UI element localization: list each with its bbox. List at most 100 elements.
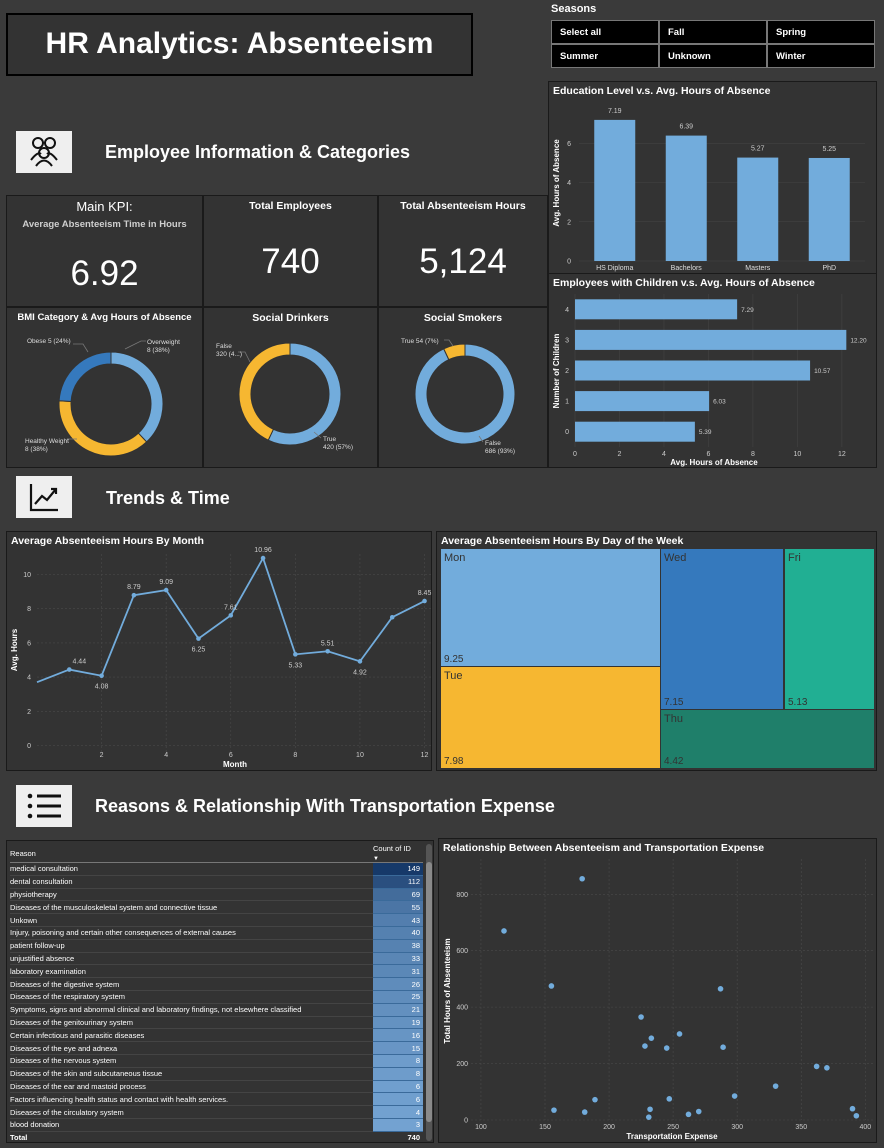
table-scrollbar[interactable] bbox=[426, 844, 432, 1141]
scatter-point[interactable] bbox=[501, 928, 507, 934]
data-point[interactable] bbox=[293, 652, 298, 657]
data-point[interactable] bbox=[163, 587, 169, 593]
scatter-point[interactable] bbox=[824, 1065, 830, 1071]
y-tick-label: 2 bbox=[565, 368, 569, 375]
season-option-winter[interactable]: Winter bbox=[767, 44, 875, 68]
scatter-point[interactable] bbox=[579, 875, 585, 882]
bar-hs-diploma[interactable] bbox=[594, 119, 636, 261]
data-point[interactable] bbox=[228, 613, 234, 618]
scatter-point[interactable] bbox=[638, 1014, 644, 1020]
scatter-point[interactable] bbox=[648, 1035, 655, 1041]
slice-obese[interactable] bbox=[58, 351, 112, 403]
y-tick-label: 0 bbox=[567, 259, 571, 266]
bar-bachelors[interactable] bbox=[665, 135, 707, 261]
table-row[interactable]: Factors influencing health status and co… bbox=[10, 1092, 423, 1107]
scatter-point[interactable] bbox=[548, 983, 555, 989]
table-row[interactable]: Unkown 43 bbox=[10, 913, 423, 927]
column-header-count-label: Count of ID bbox=[373, 844, 411, 853]
table-row[interactable]: Diseases of the genitourinary system 19 bbox=[10, 1016, 423, 1030]
table-row[interactable]: Diseases of the eye and adnexa 15 bbox=[10, 1041, 423, 1055]
scatter-point[interactable] bbox=[551, 1107, 557, 1113]
reason-cell: Factors influencing health status and co… bbox=[10, 1092, 373, 1107]
bar-children-3[interactable] bbox=[575, 329, 847, 350]
season-option-fall[interactable]: Fall bbox=[659, 20, 767, 44]
scatter-point[interactable] bbox=[645, 1114, 652, 1120]
season-option-summer[interactable]: Summer bbox=[551, 44, 659, 68]
table-row[interactable]: dental consultation 112 bbox=[10, 875, 423, 889]
scatter-point[interactable] bbox=[720, 1044, 726, 1051]
slice-healthy-weight[interactable] bbox=[58, 400, 148, 457]
y-tick-label: 200 bbox=[456, 1061, 468, 1068]
table-row[interactable]: Diseases of the ear and mastoid process 6 bbox=[10, 1080, 423, 1094]
scatter-point[interactable] bbox=[717, 985, 724, 992]
data-point[interactable] bbox=[357, 659, 363, 664]
scatter-point[interactable] bbox=[849, 1105, 856, 1112]
table-row[interactable]: Diseases of the circulatory system 4 bbox=[10, 1105, 423, 1119]
scatter-point[interactable] bbox=[772, 1083, 779, 1089]
table-row[interactable]: unjustified absence 33 bbox=[10, 952, 423, 966]
data-point[interactable] bbox=[131, 592, 137, 598]
treemap-cell-fri[interactable]: Fri 5.13 bbox=[784, 548, 875, 710]
data-point[interactable] bbox=[196, 636, 201, 641]
table-row[interactable]: Diseases of the skin and subcutaneous ti… bbox=[10, 1067, 423, 1081]
scatter-point[interactable] bbox=[731, 1093, 738, 1099]
season-option-unknown[interactable]: Unknown bbox=[659, 44, 767, 68]
table-row[interactable]: Diseases of the respiratory system 25 bbox=[10, 990, 423, 1004]
scatter-point[interactable] bbox=[647, 1106, 653, 1113]
table-row[interactable]: Diseases of the musculoskeletal system a… bbox=[10, 900, 423, 915]
season-option-spring[interactable]: Spring bbox=[767, 20, 875, 44]
data-point[interactable] bbox=[260, 555, 266, 561]
count-cell: 15 bbox=[373, 1041, 423, 1055]
scatter-point[interactable] bbox=[676, 1031, 683, 1037]
bar-phd[interactable] bbox=[808, 157, 850, 261]
scatter-point[interactable] bbox=[695, 1108, 702, 1115]
reason-cell: medical consultation bbox=[10, 862, 373, 876]
bar-children-2[interactable] bbox=[575, 360, 811, 381]
scatter-point[interactable] bbox=[642, 1043, 648, 1049]
table-row[interactable]: medical consultation 149 bbox=[10, 862, 423, 876]
slice-overweight[interactable] bbox=[110, 351, 164, 443]
table-row[interactable]: Certain infectious and parasitic disease… bbox=[10, 1028, 423, 1043]
data-point[interactable] bbox=[66, 667, 72, 672]
slice-true[interactable] bbox=[267, 342, 342, 446]
table-row[interactable]: physiotherapy 69 bbox=[10, 888, 423, 902]
y-tick-label: 2 bbox=[27, 709, 31, 716]
scatter-point[interactable] bbox=[663, 1045, 670, 1051]
table-row[interactable]: Diseases of the nervous system 8 bbox=[10, 1054, 423, 1068]
column-header-count[interactable]: Count of ID ▼ bbox=[373, 844, 423, 863]
bar-masters[interactable] bbox=[737, 157, 779, 261]
data-point[interactable] bbox=[99, 673, 104, 679]
treemap-cell-mon[interactable]: Mon 9.25 bbox=[440, 548, 661, 667]
scatter-point[interactable] bbox=[813, 1063, 820, 1070]
bmi-panel: BMI Category & Avg Hours of Absence Over… bbox=[6, 307, 203, 468]
scatter-point[interactable] bbox=[592, 1096, 598, 1103]
table-row[interactable]: Diseases of the digestive system 26 bbox=[10, 977, 423, 991]
data-point[interactable] bbox=[325, 648, 330, 654]
table-row[interactable]: patient follow-up 38 bbox=[10, 939, 423, 953]
scatter-point[interactable] bbox=[853, 1112, 860, 1119]
bar-children-1[interactable] bbox=[575, 391, 710, 412]
scatter-point[interactable] bbox=[666, 1096, 673, 1102]
season-option-select-all[interactable]: Select all bbox=[551, 20, 659, 44]
table-row[interactable]: Injury, poisoning and certain other cons… bbox=[10, 926, 423, 940]
data-point-label: 4.92 bbox=[353, 669, 367, 676]
slice-false[interactable] bbox=[238, 342, 291, 441]
table-row[interactable]: Symptoms, signs and abnormal clinical an… bbox=[10, 1003, 423, 1017]
treemap-cell-wed[interactable]: Wed 7.15 bbox=[660, 548, 784, 710]
table-scrollbar-thumb[interactable] bbox=[426, 862, 432, 1122]
month-line-chart: 0 2 4 6 8 10 2 4 6 8 10 12 Month Avg. Hours 4.44 4.08 8.… bbox=[10, 547, 431, 769]
bar-children-4[interactable] bbox=[575, 299, 738, 320]
table-row[interactable]: laboratory examination 31 bbox=[10, 964, 423, 979]
slice-false[interactable] bbox=[414, 343, 516, 445]
scatter-point[interactable] bbox=[581, 1109, 588, 1115]
data-point[interactable] bbox=[389, 614, 395, 620]
treemap-cell-tue[interactable]: Tue 7.98 bbox=[440, 666, 661, 769]
y-tick-label: 10 bbox=[23, 572, 31, 579]
column-header-reason[interactable]: Reason bbox=[10, 844, 373, 863]
table-row[interactable]: blood donation 3 bbox=[10, 1118, 423, 1132]
treemap-cell-thu[interactable]: Thu 4.42 bbox=[660, 709, 875, 769]
bar-children-0[interactable] bbox=[575, 421, 695, 442]
data-point[interactable] bbox=[422, 598, 427, 604]
scatter-point[interactable] bbox=[685, 1111, 692, 1118]
kpi-employees-value: 740 bbox=[261, 242, 320, 281]
